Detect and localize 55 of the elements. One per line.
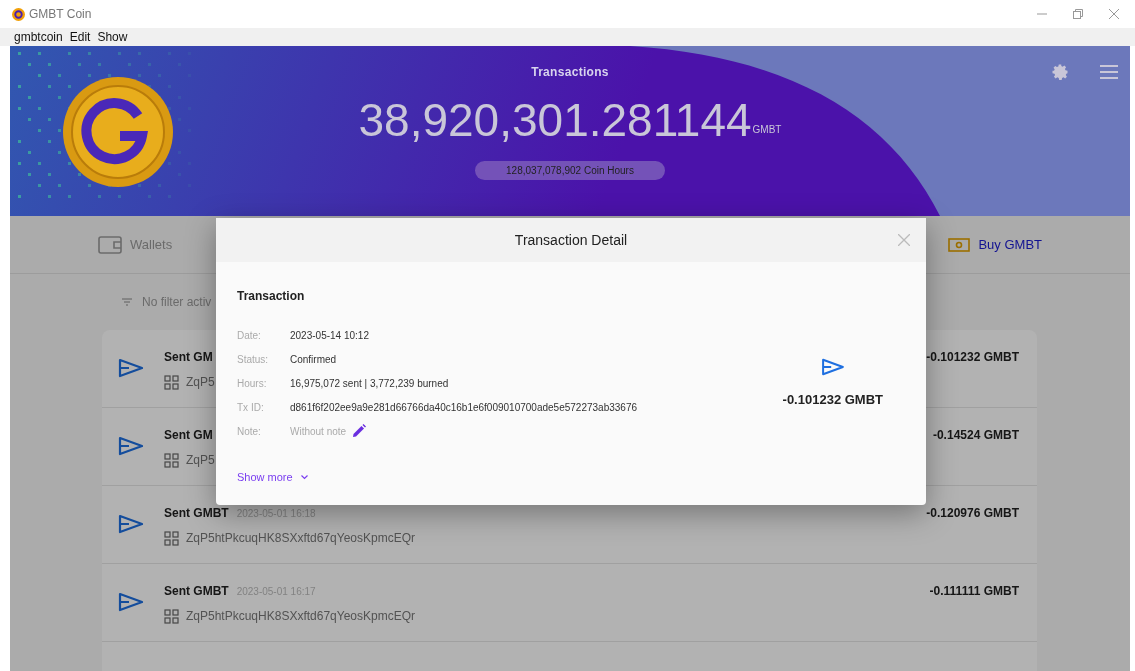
field-label: Hours:: [237, 376, 268, 391]
transaction-address: ZqP5htPkcuqHK8SXxftd67qYeosKpmcEQr: [186, 608, 415, 625]
dialog-title: Transaction Detail: [514, 230, 628, 250]
balance-unit: GMBT: [752, 123, 782, 137]
pencil-icon[interactable]: [352, 424, 367, 438]
field-value: Confirmed: [290, 352, 337, 367]
send-icon: [118, 592, 144, 612]
coin-hours-pill: 128,037,078,902 Coin Hours: [475, 161, 665, 180]
menu-icon[interactable]: [1100, 65, 1118, 79]
transaction-title: Sent GMBT: [164, 505, 229, 522]
field-label: Note:: [237, 424, 262, 439]
qr-code-icon: [164, 452, 179, 468]
transaction-title: Sent GM: [164, 349, 213, 366]
qr-code-icon: [164, 608, 179, 624]
page-title: Transactions: [531, 64, 609, 81]
qr-code-icon: [164, 530, 179, 546]
app-logo-icon: [12, 7, 25, 21]
qr-code-icon: [164, 374, 179, 390]
send-icon: [118, 514, 144, 534]
show-more-link[interactable]: Show more: [237, 469, 638, 486]
field-label: Date:: [237, 328, 262, 343]
dialog-amount: -0.101232 GMBT: [782, 391, 883, 409]
transaction-amount: -0.14524 GMBT: [932, 427, 1019, 444]
field-value: d861f6f202ee9a9e281d66766da40c16b1e6f009010700ade5e572273ab33676: [290, 400, 638, 415]
balance-amount: 38,920,301.281144: [358, 95, 752, 145]
wallet-icon: [98, 235, 122, 254]
send-icon: [118, 436, 144, 456]
send-icon: [820, 358, 845, 376]
filter-icon[interactable]: [122, 298, 132, 306]
chevron-down-icon: [300, 474, 308, 480]
close-icon[interactable]: [1109, 9, 1119, 19]
buy-tab[interactable]: Buy GMBT: [948, 234, 1042, 255]
window-title: GMBT Coin: [29, 6, 92, 23]
send-icon: [118, 358, 144, 378]
field-value: Without note: [290, 424, 347, 439]
transaction-amount: -0.111111 GMBT: [929, 583, 1019, 600]
banknote-icon: [948, 237, 971, 252]
transaction-amount: -0.101232 GMBT: [926, 349, 1019, 366]
transaction-address: ZqP5: [186, 374, 215, 391]
menu-item[interactable]: gmbtcoin: [14, 28, 63, 46]
transaction-address: ZqP5htPkcuqHK8SXxftd67qYeosKpmcEQr: [186, 530, 415, 547]
field-value: 2023-05-14 10:12: [290, 328, 369, 343]
field-label: Tx ID:: [237, 400, 265, 415]
field-value: 16,975,072 sent | 3,772,239 burned: [290, 376, 449, 391]
transaction-address: ZqP5: [186, 452, 215, 469]
menu-item[interactable]: Show: [97, 28, 128, 46]
transaction-title: Sent GMBT: [164, 583, 229, 600]
section-title: Transaction: [237, 288, 306, 305]
close-icon[interactable]: [898, 234, 910, 246]
transaction-title: Sent GM: [164, 427, 213, 444]
settings-icon[interactable]: [1050, 62, 1070, 82]
field-label: Status:: [237, 352, 270, 367]
restore-icon[interactable]: [1073, 9, 1083, 19]
menu-item[interactable]: Edit: [69, 28, 91, 46]
transaction-amount: -0.120976 GMBT: [926, 505, 1019, 522]
